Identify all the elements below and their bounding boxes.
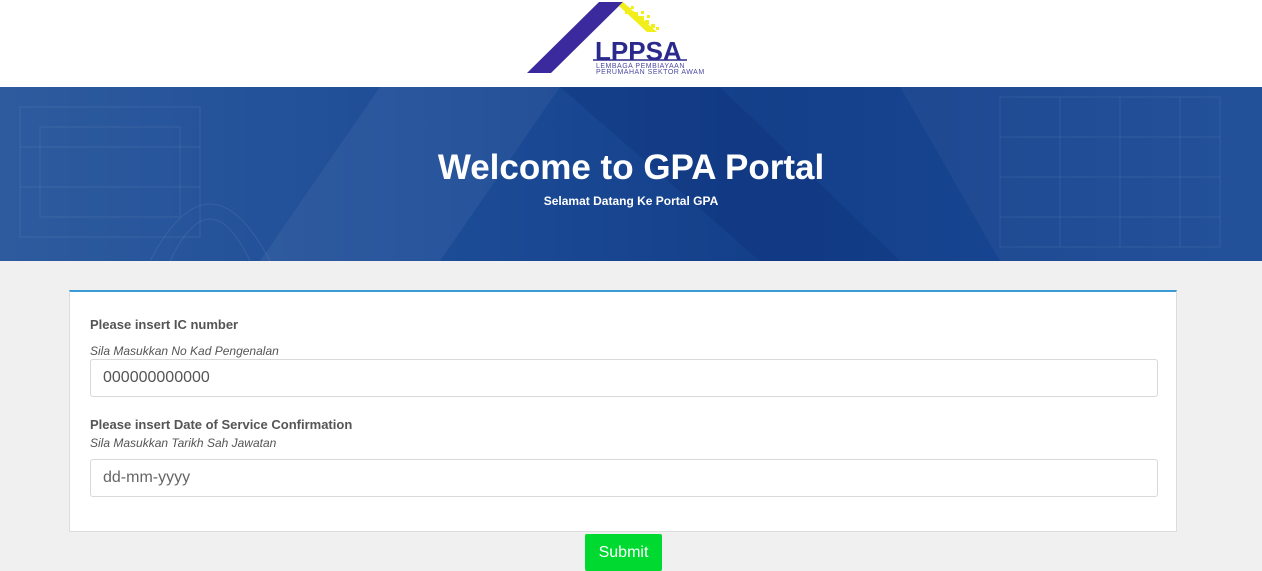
logo-subtitle-line2: PERUMAHAN SEKTOR AWAM: [596, 69, 705, 76]
header-bar: LPPSA LEMBAGA PEMBIAYAAN PERUMAHAN SEKTO…: [0, 0, 1262, 87]
service-date-label: Please insert Date of Service Confirmati…: [90, 417, 353, 432]
login-form-card: Please insert IC number Sila Masukkan No…: [69, 290, 1177, 532]
lppsa-logo[interactable]: LPPSA LEMBAGA PEMBIAYAAN PERUMAHAN SEKTO…: [527, 2, 705, 76]
hero-banner: Welcome to GPA Portal Selamat Datang Ke …: [0, 87, 1262, 261]
ic-number-input[interactable]: [90, 359, 1158, 397]
service-date-input[interactable]: [90, 459, 1158, 497]
submit-button[interactable]: Submit: [585, 534, 662, 571]
ic-label: Please insert IC number: [90, 317, 239, 332]
service-date-label-malay: Sila Masukkan Tarikh Sah Jawatan: [90, 436, 277, 450]
page-title: Welcome to GPA Portal: [437, 148, 825, 187]
ic-label-malay: Sila Masukkan No Kad Pengenalan: [90, 344, 279, 358]
page-subtitle: Selamat Datang Ke Portal GPA: [543, 194, 719, 208]
